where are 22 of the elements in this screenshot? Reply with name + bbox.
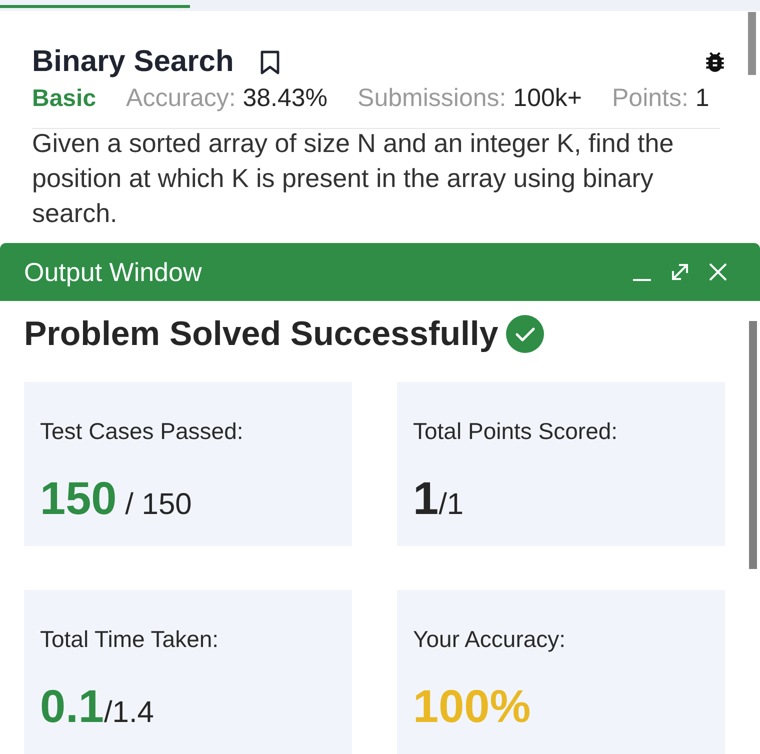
- difficulty-label: Basic: [32, 84, 96, 114]
- close-icon[interactable]: [708, 262, 728, 282]
- output-window-title: Output Window: [24, 256, 202, 288]
- expand-icon[interactable]: [670, 262, 690, 282]
- scrollbar-thumb[interactable]: [749, 321, 757, 569]
- result-label: Total Points Scored:: [413, 418, 618, 444]
- result-score: 100%: [413, 679, 531, 734]
- problem-stat: Submissions: 100k+: [358, 83, 582, 114]
- result-score: 1/1: [413, 471, 464, 526]
- bug-icon[interactable]: [704, 51, 726, 73]
- result-label: Total Time Taken:: [40, 626, 219, 652]
- problem-stat: Accuracy: 38.43%: [126, 83, 328, 114]
- status-message: Problem Solved Successfully: [24, 314, 498, 354]
- scrollbar-thumb[interactable]: [748, 12, 756, 75]
- bookmark-icon[interactable]: [260, 50, 280, 74]
- problem-title: Binary Search: [32, 44, 234, 80]
- problem-stat: Points: 1: [612, 83, 710, 114]
- result-score: 150 / 150: [40, 471, 192, 526]
- problem-description: Given a sorted array of size N and an integer K, find the position at which K is present in the array using binary search.: [32, 127, 675, 230]
- result-score: 0.1/1.4: [40, 679, 154, 734]
- result-label: Test Cases Passed:: [40, 418, 244, 444]
- result-label: Your Accuracy:: [413, 626, 566, 652]
